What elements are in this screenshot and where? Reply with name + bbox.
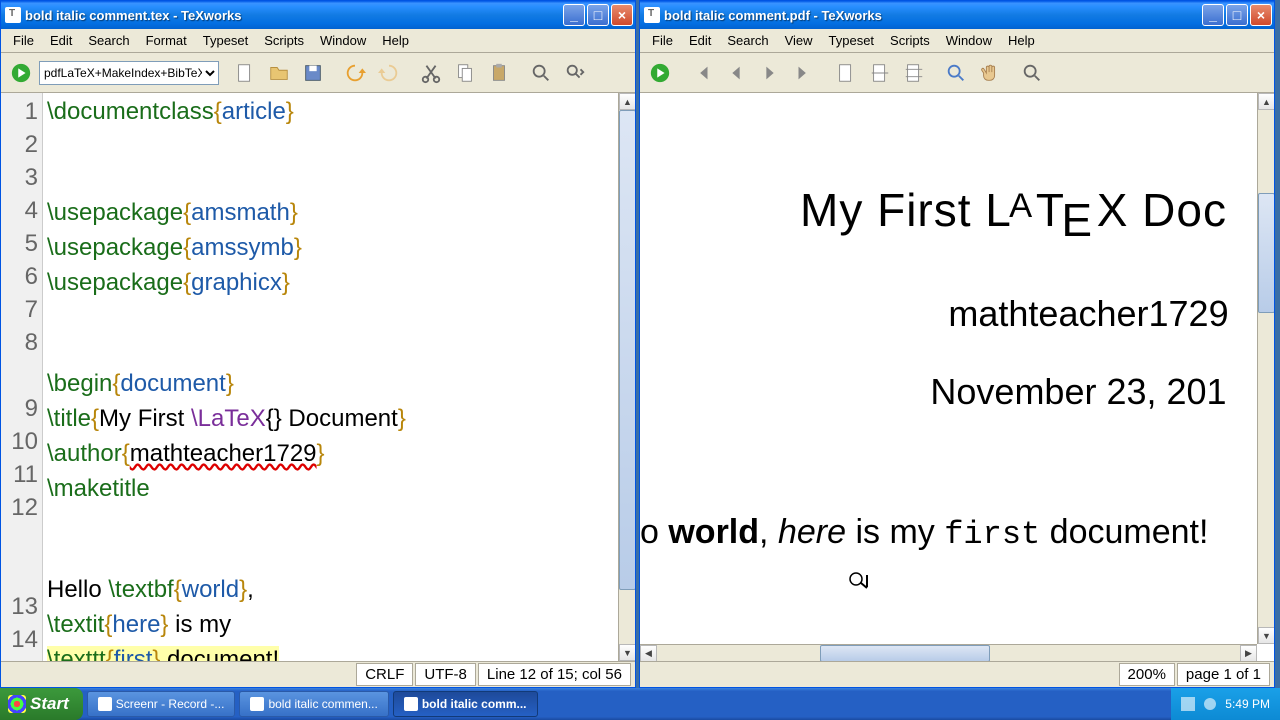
pdf-body: o world, here is my first document! [640,513,1257,553]
find-button[interactable] [525,57,557,89]
vertical-scrollbar[interactable]: ▲ ▼ [1257,93,1274,644]
pdf-author: mathteacher1729 [640,293,1257,335]
replace-button[interactable] [559,57,591,89]
new-file-button[interactable] [229,57,261,89]
system-tray[interactable]: 5:49 PM [1171,688,1280,720]
menu-view[interactable]: View [777,31,821,50]
fit-window-button[interactable] [898,57,930,89]
app-icon [5,7,21,23]
menu-edit[interactable]: Edit [681,31,719,50]
editor-area[interactable]: 12345678 9101112 1314 \documentclass{art… [1,93,635,661]
pdf-page: My First LATEX Doc mathteacher1729 Novem… [640,93,1257,644]
menu-help[interactable]: Help [1000,31,1043,50]
code-editor[interactable]: \documentclass{article} \usepackage{amsm… [43,93,618,661]
next-page-button[interactable] [754,57,786,89]
window-title-left: bold italic comment.tex - TeXworks [25,8,563,23]
menu-typeset[interactable]: Typeset [195,31,257,50]
close-button[interactable]: × [1250,4,1272,26]
scroll-up-icon[interactable]: ▲ [619,93,635,110]
scroll-left-icon[interactable]: ◀ [640,645,657,661]
taskbar-item-tex[interactable]: bold italic commen... [239,691,388,717]
line-gutter: 12345678 9101112 1314 [1,93,43,661]
fit-width-button[interactable] [864,57,896,89]
menu-file[interactable]: File [644,31,681,50]
save-button[interactable] [297,57,329,89]
first-page-button[interactable] [686,57,718,89]
hand-tool-button[interactable] [974,57,1006,89]
pdf-date: November 23, 201 [640,371,1257,413]
close-button[interactable]: × [611,4,633,26]
magnify-cursor-icon [848,571,872,589]
menu-format[interactable]: Format [138,31,195,50]
menu-window[interactable]: Window [312,31,374,50]
prev-page-button[interactable] [720,57,752,89]
lineending-cell[interactable]: CRLF [356,663,413,686]
scroll-right-icon[interactable]: ▶ [1240,645,1257,661]
clock[interactable]: 5:49 PM [1225,697,1270,711]
start-button[interactable]: Start [0,688,83,720]
maximize-button[interactable]: □ [587,4,609,26]
pdf-title: My First LATEX Doc [640,183,1257,237]
pdf-viewport[interactable]: My First LATEX Doc mathteacher1729 Novem… [640,93,1274,661]
toolbar-right [640,53,1274,93]
taskbar-item-pdf[interactable]: bold italic comm... [393,691,538,717]
scroll-up-icon[interactable]: ▲ [1258,93,1274,110]
copy-button[interactable] [449,57,481,89]
menu-edit[interactable]: Edit [42,31,80,50]
minimize-button[interactable]: _ [1202,4,1224,26]
find-button[interactable] [1016,57,1048,89]
typeset-engine-select[interactable]: pdfLaTeX+MakeIndex+BibTeX [39,61,219,85]
typeset-run-button[interactable] [5,57,37,89]
magnify-tool-button[interactable] [940,57,972,89]
statusbar-left: CRLF UTF-8 Line 12 of 15; col 56 [1,661,635,687]
zoom-cell[interactable]: 200% [1119,663,1175,686]
window-title-right: bold italic comment.pdf - TeXworks [664,8,1202,23]
tray-icon[interactable] [1203,697,1217,711]
last-page-button[interactable] [788,57,820,89]
horizontal-scrollbar[interactable]: ◀ ▶ [640,644,1257,661]
scroll-down-icon[interactable]: ▼ [1258,627,1274,644]
menu-search[interactable]: Search [80,31,137,50]
typeset-run-button[interactable] [644,57,676,89]
editor-window: bold italic comment.tex - TeXworks _ □ ×… [0,0,636,688]
menu-file[interactable]: File [5,31,42,50]
maximize-button[interactable]: □ [1226,4,1248,26]
statusbar-right: 200% page 1 of 1 [640,661,1274,687]
menu-scripts[interactable]: Scripts [882,31,938,50]
taskbar-item-screenr[interactable]: Screenr - Record -... [87,691,236,717]
app-icon [644,7,660,23]
paste-button[interactable] [483,57,515,89]
minimize-button[interactable]: _ [563,4,585,26]
actual-size-button[interactable] [830,57,862,89]
page-cell: page 1 of 1 [1177,663,1270,686]
scroll-thumb-h[interactable] [820,645,990,661]
menu-help[interactable]: Help [374,31,417,50]
menu-typeset[interactable]: Typeset [821,31,883,50]
undo-button[interactable] [339,57,371,89]
menu-scripts[interactable]: Scripts [256,31,312,50]
tray-icon[interactable] [1181,697,1195,711]
scroll-thumb[interactable] [1258,193,1274,313]
preview-window: bold italic comment.pdf - TeXworks _ □ ×… [639,0,1275,688]
cursor-pos-cell: Line 12 of 15; col 56 [478,663,631,686]
scroll-thumb[interactable] [619,110,635,590]
taskbar: Start Screenr - Record -... bold italic … [0,688,1280,720]
open-file-button[interactable] [263,57,295,89]
encoding-cell[interactable]: UTF-8 [415,663,476,686]
menu-window[interactable]: Window [938,31,1000,50]
toolbar-left: pdfLaTeX+MakeIndex+BibTeX [1,53,635,93]
redo-button[interactable] [373,57,405,89]
titlebar-right[interactable]: bold italic comment.pdf - TeXworks _ □ × [640,1,1274,29]
menubar-left: File Edit Search Format Typeset Scripts … [1,29,635,53]
cut-button[interactable] [415,57,447,89]
vertical-scrollbar[interactable]: ▲ ▼ [618,93,635,661]
menubar-right: File Edit Search View Typeset Scripts Wi… [640,29,1274,53]
titlebar-left[interactable]: bold italic comment.tex - TeXworks _ □ × [1,1,635,29]
menu-search[interactable]: Search [719,31,776,50]
scroll-down-icon[interactable]: ▼ [619,644,635,661]
